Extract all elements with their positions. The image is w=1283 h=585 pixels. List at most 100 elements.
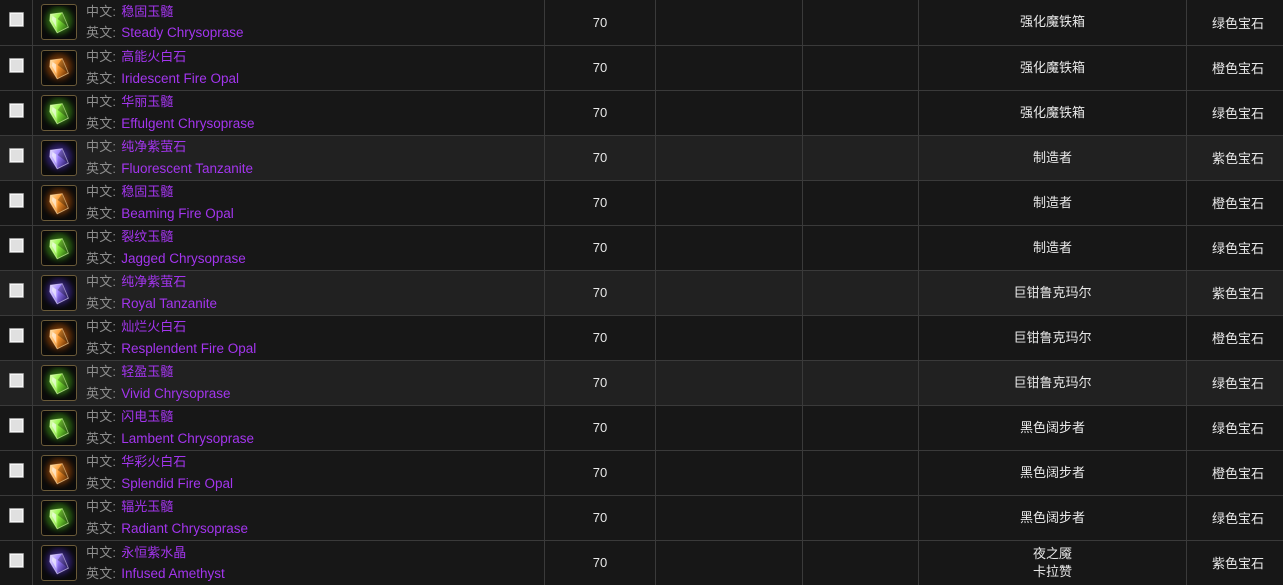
row-select-cell[interactable] [0,0,33,46]
item-name-en[interactable]: Splendid Fire Opal [121,476,233,491]
item-cell[interactable]: 中文: 华彩火白石 英文: Splendid Fire Opal [32,450,545,496]
row-select-cell[interactable] [0,90,33,136]
gem-green-chrysoprase-icon[interactable] [41,4,77,41]
item-name-zh[interactable]: 高能火白石 [121,49,186,64]
item-name-zh[interactable]: 永恒紫水晶 [121,545,186,560]
table-row[interactable]: 中文: 裂纹玉髓 英文: Jagged Chrysoprase 70 制造者 绿色宝… [0,225,1283,271]
row-checkbox[interactable] [8,552,24,568]
item-name-en[interactable]: Jagged Chrysoprase [121,251,246,266]
gem-orange-fire-opal-icon[interactable] [41,454,77,491]
item-name-zh[interactable]: 纯净紫萤石 [121,274,186,289]
table-row[interactable]: 中文: 高能火白石 英文: Iridescent Fire Opal 70 强化魔铁… [0,45,1283,91]
row-checkbox[interactable] [8,147,24,163]
item-cell[interactable]: 中文: 闪电玉髓 英文: Lambent Chrysoprase [32,405,545,451]
gem-green-chrysoprase-icon[interactable] [41,364,77,401]
item-name-zh[interactable]: 华丽玉髓 [121,94,173,109]
item-level-cell: 70 [544,270,656,316]
row-checkbox[interactable] [8,372,24,388]
row-checkbox[interactable] [8,102,24,118]
gem-green-chrysoprase-icon[interactable] [41,94,77,131]
row-select-cell[interactable] [0,315,33,361]
row-checkbox[interactable] [8,327,24,343]
item-cell[interactable]: 中文: 纯净紫萤石 英文: Royal Tanzanite [32,270,545,316]
item-name-zh[interactable]: 稳固玉髓 [121,184,173,199]
item-name-zh[interactable]: 裂纹玉髓 [121,229,173,244]
item-name-en[interactable]: Fluorescent Tanzanite [121,161,253,176]
gem-orange-fire-opal-icon[interactable] [41,319,77,356]
item-name-en[interactable]: Steady Chrysoprase [121,25,243,40]
item-name-zh[interactable]: 灿烂火白石 [121,319,186,334]
row-checkbox[interactable] [8,57,24,73]
item-names: 中文: 华彩火白石 英文: Splendid Fire Opal [86,451,233,493]
table-row[interactable]: 中文: 闪电玉髓 英文: Lambent Chrysoprase 70 黑色阔步者 … [0,405,1283,451]
item-name-zh[interactable]: 辐光玉髓 [121,499,173,514]
item-name-en[interactable]: Lambent Chrysoprase [121,431,254,446]
row-select-cell[interactable] [0,540,33,585]
row-select-cell[interactable] [0,135,33,181]
row-select-cell[interactable] [0,450,33,496]
gem-orange-fire-opal-icon[interactable] [41,184,77,221]
item-name-zh[interactable]: 稳固玉髓 [121,4,173,19]
row-select-cell[interactable] [0,360,33,406]
item-name-en[interactable]: Vivid Chrysoprase [121,386,230,401]
gem-green-chrysoprase-icon[interactable] [41,499,77,536]
item-cell[interactable]: 中文: 轻盈玉髓 英文: Vivid Chrysoprase [32,360,545,406]
item-cell[interactable]: 中文: 纯净紫萤石 英文: Fluorescent Tanzanite [32,135,545,181]
gem-orange-fire-opal-icon[interactable] [41,49,77,86]
table-row[interactable]: 中文: 永恒紫水晶 英文: Infused Amethyst 70 夜之魇 卡拉赞 紫… [0,540,1283,585]
item-cell[interactable]: 中文: 稳固玉髓 英文: Beaming Fire Opal [32,180,545,226]
table-row[interactable]: 中文: 灿烂火白石 英文: Resplendent Fire Opal 70 巨钳鲁… [0,315,1283,361]
table-row[interactable]: 中文: 稳固玉髓 英文: Beaming Fire Opal 70 制造者 橙色宝石 [0,180,1283,226]
item-name-en[interactable]: Radiant Chrysoprase [121,521,248,536]
row-select-cell[interactable] [0,405,33,451]
item-name-zh[interactable]: 纯净紫萤石 [121,139,186,154]
row-select-cell[interactable] [0,180,33,226]
row-checkbox[interactable] [8,12,24,28]
gem-purple-tanzanite-icon[interactable] [41,139,77,176]
item-name-en[interactable]: Effulgent Chrysoprase [121,116,254,131]
item-name-en[interactable]: Infused Amethyst [121,566,225,581]
item-cell[interactable]: 中文: 永恒紫水晶 英文: Infused Amethyst [32,540,545,585]
item-cell[interactable]: 中文: 辐光玉髓 英文: Radiant Chrysoprase [32,495,545,541]
zh-label: 中文: [86,499,117,515]
zh-label: 中文: [86,409,117,425]
row-checkbox[interactable] [8,192,24,208]
row-select-cell[interactable] [0,45,33,91]
zh-label: 中文: [86,319,117,335]
gem-green-chrysoprase-icon[interactable] [41,229,77,266]
item-cell[interactable]: 中文: 裂纹玉髓 英文: Jagged Chrysoprase [32,225,545,271]
item-name-en[interactable]: Beaming Fire Opal [121,206,234,221]
table-row[interactable]: 中文: 纯净紫萤石 英文: Fluorescent Tanzanite 70 制造者… [0,135,1283,181]
source-line: 制造者 [1032,239,1072,255]
item-name-en[interactable]: Resplendent Fire Opal [121,341,256,356]
gem-color-cell: 紫色宝石 [1186,540,1283,585]
row-select-cell[interactable] [0,270,33,316]
zh-label: 中文: [86,49,117,65]
item-cell[interactable]: 中文: 华丽玉髓 英文: Effulgent Chrysoprase [32,90,545,136]
row-select-cell[interactable] [0,495,33,541]
row-checkbox[interactable] [8,237,24,253]
item-name-zh[interactable]: 华彩火白石 [121,454,186,469]
row-checkbox[interactable] [8,417,24,433]
row-checkbox[interactable] [8,462,24,478]
table-row[interactable]: 中文: 稳固玉髓 英文: Steady Chrysoprase 70 强化魔铁箱 绿… [0,0,1283,46]
item-name-en[interactable]: Iridescent Fire Opal [121,71,239,86]
table-row[interactable]: 中文: 华彩火白石 英文: Splendid Fire Opal 70 黑色阔步者 … [0,450,1283,496]
table-row[interactable]: 中文: 辐光玉髓 英文: Radiant Chrysoprase 70 黑色阔步者 … [0,495,1283,541]
item-name-zh[interactable]: 轻盈玉髓 [121,364,173,379]
gem-purple-tanzanite-icon[interactable] [41,274,77,311]
table-row[interactable]: 中文: 华丽玉髓 英文: Effulgent Chrysoprase 70 强化魔铁… [0,90,1283,136]
gem-purple-amethyst-icon[interactable] [41,544,77,581]
item-cell[interactable]: 中文: 灿烂火白石 英文: Resplendent Fire Opal [32,315,545,361]
gem-table-body: 中文: 稳固玉髓 英文: Steady Chrysoprase 70 强化魔铁箱 绿… [0,0,1283,585]
item-cell[interactable]: 中文: 高能火白石 英文: Iridescent Fire Opal [32,45,545,91]
table-row[interactable]: 中文: 轻盈玉髓 英文: Vivid Chrysoprase 70 巨钳鲁克玛尔 绿… [0,360,1283,406]
gem-green-chrysoprase-icon[interactable] [41,409,77,446]
row-select-cell[interactable] [0,225,33,271]
row-checkbox[interactable] [8,282,24,298]
item-name-zh[interactable]: 闪电玉髓 [121,409,173,424]
item-name-en[interactable]: Royal Tanzanite [121,296,217,311]
row-checkbox[interactable] [8,507,24,523]
item-cell[interactable]: 中文: 稳固玉髓 英文: Steady Chrysoprase [32,0,545,46]
table-row[interactable]: 中文: 纯净紫萤石 英文: Royal Tanzanite 70 巨钳鲁克玛尔 紫色… [0,270,1283,316]
